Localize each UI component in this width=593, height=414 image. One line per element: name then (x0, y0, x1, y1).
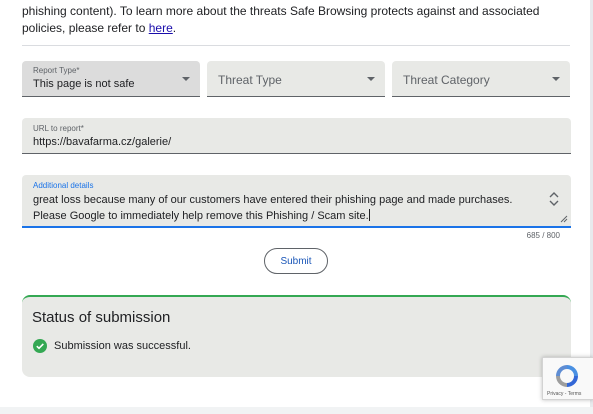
check-circle-icon (33, 339, 47, 353)
text-cursor (368, 209, 370, 221)
url-value: https://bavafarma.cz/galerie/ (33, 136, 172, 148)
recaptcha-badge[interactable]: Privacy - Terms (542, 357, 593, 400)
additional-details-value: great loss because many of our customers… (33, 194, 513, 222)
section-divider (22, 45, 570, 46)
threat-type-select[interactable]: Threat Type (207, 61, 385, 97)
url-label: URL to report* (33, 124, 84, 133)
url-field[interactable]: URL to report* https://bavafarma.cz/gale… (22, 118, 571, 154)
threat-category-select[interactable]: Threat Category (392, 61, 570, 97)
recaptcha-icon (556, 365, 578, 387)
chevron-down-icon (182, 77, 190, 81)
status-panel: Status of submission Submission was succ… (22, 295, 571, 377)
here-link[interactable]: here (149, 21, 173, 35)
chevron-down-icon (367, 77, 375, 81)
character-counter: 685 / 800 (526, 231, 560, 240)
report-type-value: This page is not safe (33, 78, 135, 90)
chevron-down-icon (552, 77, 560, 81)
status-message: Submission was successful. (54, 340, 191, 352)
submit-button[interactable]: Submit (264, 248, 328, 274)
bottom-bar (0, 407, 593, 414)
intro-text: phishing content). To learn more about t… (22, 3, 572, 37)
report-type-select[interactable]: Report Type* This page is not safe (22, 61, 200, 97)
threat-category-placeholder: Threat Category (403, 73, 490, 87)
intro-text-end: . (172, 21, 177, 35)
additional-details-textarea[interactable]: Additional details great loss because ma… (22, 175, 571, 228)
additional-details-label: Additional details (33, 181, 94, 190)
recaptcha-terms[interactable]: Privacy - Terms (547, 391, 581, 397)
intro-text-body: phishing content). To learn more about t… (22, 4, 540, 35)
status-title: Status of submission (32, 309, 171, 326)
threat-type-placeholder: Threat Type (218, 73, 282, 87)
report-page: phishing content). To learn more about t… (0, 0, 593, 414)
report-type-label: Report Type* (33, 66, 80, 75)
scroll-arrows-icon[interactable] (549, 191, 559, 207)
additional-details-text: great loss because many of our customers… (33, 192, 548, 224)
resize-handle-icon[interactable] (560, 215, 568, 223)
